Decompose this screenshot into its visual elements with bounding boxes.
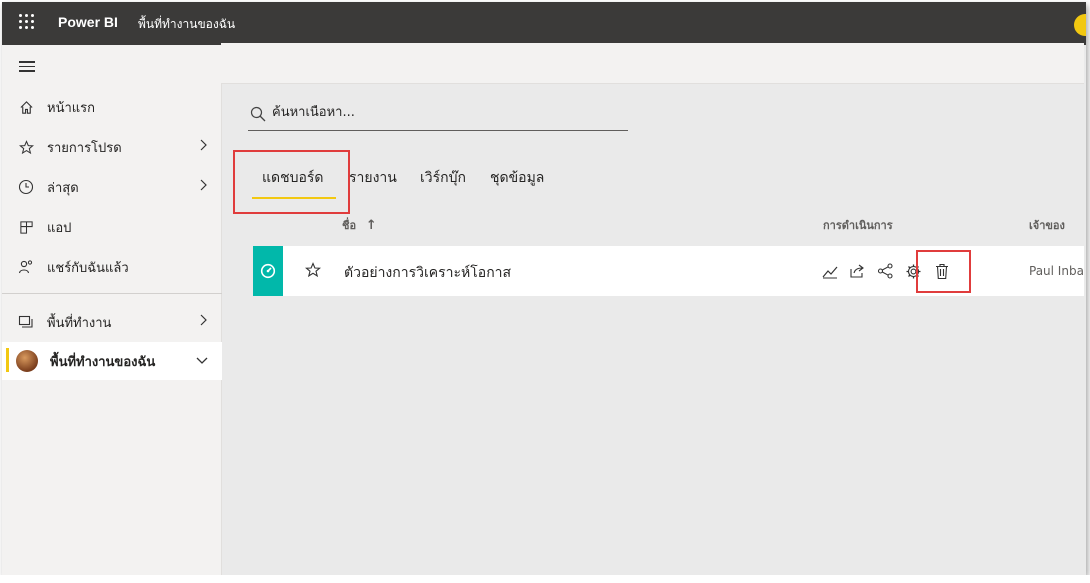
- dashboard-name-link[interactable]: ตัวอย่างการวิเคราะห์โอกาส: [344, 262, 511, 284]
- chevron-right-icon[interactable]: [198, 179, 208, 195]
- avatar: [16, 350, 38, 372]
- share-icon[interactable]: [849, 263, 866, 283]
- sidebar-item-home[interactable]: หน้าแรก: [2, 87, 222, 127]
- tab-datasets[interactable]: ชุดข้อมูล: [490, 167, 544, 189]
- tab-reports[interactable]: รายงาน: [349, 167, 397, 189]
- chevron-down-icon[interactable]: [196, 354, 208, 369]
- sidebar-item-my-workspace[interactable]: พื้นที่ทำงานของฉัน: [2, 342, 222, 380]
- workspaces-icon: [18, 314, 34, 330]
- shared-person-icon: [18, 259, 34, 275]
- favorite-star-icon[interactable]: [304, 262, 322, 282]
- page-bottom: [0, 575, 1090, 583]
- insights-icon[interactable]: [822, 263, 838, 283]
- account-avatar[interactable]: [1074, 14, 1086, 36]
- sidebar-item-label: รายการโปรด: [47, 140, 122, 156]
- search-box[interactable]: [248, 103, 628, 131]
- tab-workbooks[interactable]: เวิร์กบุ๊ก: [420, 167, 466, 189]
- app-launcher-icon[interactable]: [19, 14, 35, 30]
- column-header-name[interactable]: ชื่อ ↑: [342, 216, 377, 234]
- app-name[interactable]: Power BI: [58, 14, 118, 30]
- sidebar-item-label: พื้นที่ทำงานของฉัน: [50, 354, 156, 370]
- search-icon: [250, 106, 266, 126]
- sidebar-item-label: แชร์กับฉันแล้ว: [47, 260, 129, 276]
- sidebar-item-apps[interactable]: แอป: [2, 207, 222, 247]
- star-icon: [18, 139, 34, 155]
- sidebar-divider: [2, 293, 222, 294]
- sidebar: หน้าแรก รายการโปรด ล่าสุด แอป แชร์กับฉัน…: [2, 45, 222, 575]
- home-icon: [18, 99, 34, 115]
- breadcrumb[interactable]: พื้นที่ทำงานของฉัน: [138, 15, 235, 34]
- owner-name: Paul Inba: [1029, 264, 1084, 278]
- sidebar-item-recent[interactable]: ล่าสุด: [2, 167, 222, 207]
- chevron-right-icon[interactable]: [198, 314, 208, 330]
- sort-arrow-up-icon: ↑: [365, 218, 377, 233]
- column-header-actions: การดำเนินการ: [823, 219, 893, 232]
- sidebar-item-label: พื้นที่ทำงาน: [47, 315, 112, 331]
- search-input[interactable]: [272, 105, 612, 120]
- sidebar-item-label: หน้าแรก: [47, 100, 95, 116]
- related-content-icon[interactable]: [877, 263, 895, 283]
- sidebar-item-workspaces[interactable]: พื้นที่ทำงาน: [2, 302, 222, 342]
- dashboard-tile-icon: [253, 246, 283, 296]
- chevron-right-icon[interactable]: [198, 139, 208, 155]
- sidebar-item-label: แอป: [47, 220, 72, 236]
- sidebar-item-shared[interactable]: แชร์กับฉันแล้ว: [2, 247, 222, 287]
- column-header-label: ชื่อ: [342, 219, 357, 232]
- apps-icon: [18, 219, 34, 235]
- column-header-owner[interactable]: เจ้าของ: [1029, 216, 1084, 234]
- highlight-box-delete: [916, 250, 971, 293]
- hamburger-menu-icon[interactable]: [19, 61, 35, 73]
- active-indicator: [6, 348, 9, 372]
- clock-icon: [18, 179, 34, 195]
- highlight-box-tab: [233, 150, 350, 214]
- sidebar-item-label: ล่าสุด: [47, 180, 79, 196]
- content-header: [221, 43, 1084, 84]
- top-bar: Power BI พื้นที่ทำงานของฉัน: [2, 2, 1086, 45]
- sidebar-item-favorites[interactable]: รายการโปรด: [2, 127, 222, 167]
